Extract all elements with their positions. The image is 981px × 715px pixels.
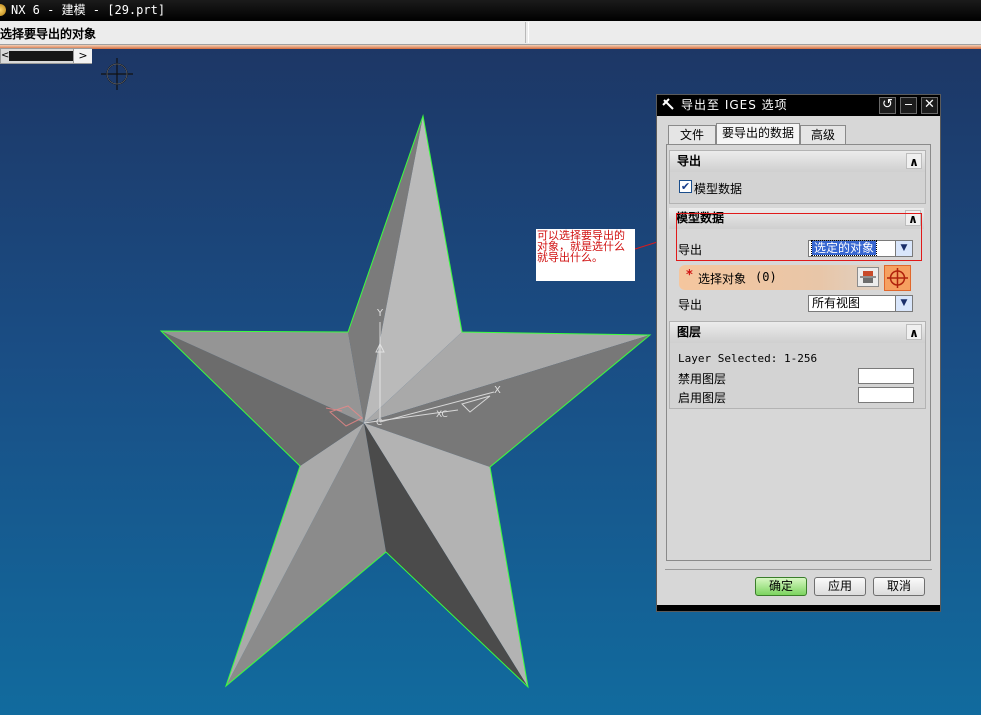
annotation-note: 可以选择要导出的 对象，就是选什么 就导出什么。 [536, 229, 635, 281]
group-layers-title: 图层 [677, 325, 702, 339]
annotation-line: 就导出什么。 [537, 251, 603, 264]
export-views-select[interactable]: 所有视图 ▼ [808, 295, 913, 312]
close-icon[interactable]: ✕ [921, 97, 938, 114]
dialog-bottom-bar [657, 605, 940, 611]
target-select-icon [887, 268, 908, 288]
group-layers-header[interactable]: 图层 ∧ [670, 322, 925, 343]
crosshair-cursor-icon [101, 58, 133, 90]
collapse-icon[interactable]: ∧ [906, 153, 922, 169]
dialog-title: 导出至 IGES 选项 [681, 98, 788, 112]
class-selection-button[interactable] [857, 267, 879, 287]
collapse-icon[interactable]: ∧ [905, 210, 921, 226]
required-asterisk: * [686, 268, 693, 283]
export-type-label: 导出 [678, 243, 703, 257]
cue-divider [525, 22, 526, 43]
scroll-track[interactable] [9, 51, 73, 61]
app-title-bar: NX 6 - 建模 - [29.prt] [0, 0, 981, 21]
tab-data-to-export[interactable]: 要导出的数据 [716, 123, 800, 144]
tab-file[interactable]: 文件 [668, 125, 716, 144]
tab-advanced[interactable]: 高级 [800, 125, 846, 144]
window-title: NX 6 - 建模 - [29.prt] [11, 3, 166, 17]
class-filter-icon [860, 271, 876, 283]
disabled-layers-label: 禁用图层 [678, 372, 727, 386]
export-type-select[interactable]: 选定的对象 ▼ [808, 240, 913, 257]
export-type-value: 选定的对象 [810, 240, 878, 256]
dropdown-arrow-icon[interactable]: ▼ [895, 296, 912, 311]
cue-divider-highlight [528, 22, 529, 43]
enabled-layers-label: 启用图层 [678, 391, 727, 405]
export-iges-dialog: 导出至 IGES 选项 ↺ ‒ ✕ 文件 要导出的数据 高级 导出 ∧ ✔ 模型… [656, 94, 941, 612]
ok-button[interactable]: 确定 [755, 577, 807, 596]
group-model-data-title: 模型数据 [676, 211, 725, 225]
minimize-icon[interactable]: ‒ [900, 97, 917, 114]
group-export-title: 导出 [677, 154, 702, 168]
select-object-label: 选择对象 [698, 272, 747, 286]
enabled-layers-input[interactable] [858, 387, 914, 403]
viewport-scrollbar[interactable]: < > [0, 48, 92, 64]
dropdown-arrow-icon[interactable]: ▼ [895, 241, 912, 256]
nx-app-icon [0, 4, 6, 16]
scroll-left-icon[interactable]: < [1, 49, 9, 63]
reset-icon[interactable]: ↺ [879, 97, 896, 114]
model-data-checkbox[interactable]: ✔ [679, 180, 692, 193]
footer-divider [665, 569, 932, 570]
model-data-checkbox-label: 模型数据 [694, 182, 743, 196]
select-object-count: (0) [755, 270, 777, 284]
collapse-icon[interactable]: ∧ [906, 324, 922, 340]
layer-selected-text: Layer Selected: 1-256 [678, 352, 818, 365]
cue-line-bar: 选择要导出的对象 [0, 21, 981, 45]
group-export-header[interactable]: 导出 ∧ [670, 151, 925, 172]
cue-line-text: 选择要导出的对象 [0, 27, 97, 41]
cancel-button[interactable]: 取消 [873, 577, 925, 596]
pin-icon[interactable] [661, 97, 677, 113]
apply-button[interactable]: 应用 [814, 577, 866, 596]
export-views-label: 导出 [678, 298, 703, 312]
group-export: 导出 ∧ ✔ 模型数据 [669, 150, 926, 204]
dialog-title-bar[interactable]: 导出至 IGES 选项 ↺ ‒ ✕ [657, 95, 940, 116]
tab-panel: 导出 ∧ ✔ 模型数据 模型数据 ∧ 导出 选定的对象 ▼ * 选择对象 (0) [666, 144, 931, 561]
export-views-value: 所有视图 [812, 296, 861, 310]
group-model-data-header[interactable]: 模型数据 ∧ [669, 208, 924, 229]
select-object-button[interactable] [884, 265, 911, 291]
group-layers: 图层 ∧ Layer Selected: 1-256 禁用图层 启用图层 [669, 321, 926, 409]
scroll-right-icon[interactable]: > [73, 49, 92, 63]
disabled-layers-input[interactable] [858, 368, 914, 384]
